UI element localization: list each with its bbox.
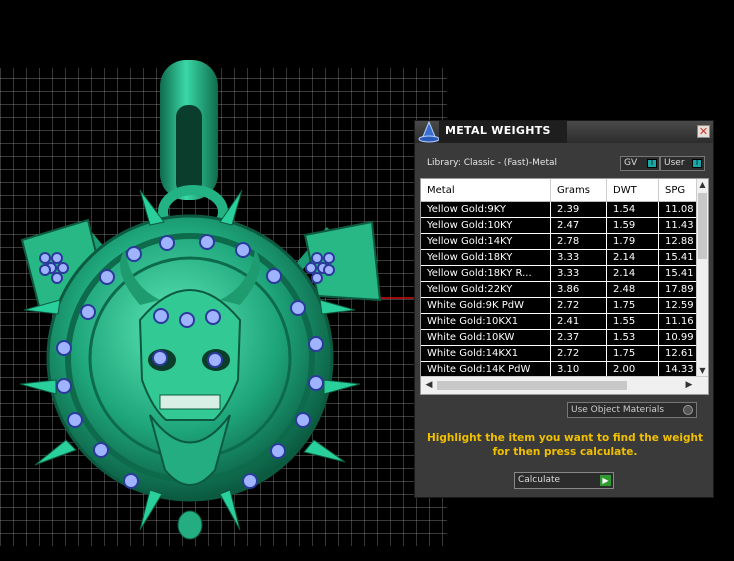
metal-table[interactable]: Metal Grams DWT SPG Yellow Gold:9KY 2.39 1… xyxy=(420,178,709,395)
column-header-spg[interactable]: SPG xyxy=(659,179,697,201)
grams-cell: 3.10 xyxy=(551,362,607,377)
horizontal-scroll-thumb[interactable] xyxy=(437,381,627,390)
spg-cell: 15.41 xyxy=(665,252,694,263)
grams-cell: 3.86 xyxy=(551,282,607,297)
dwt-cell: 1.53 xyxy=(607,330,659,345)
table-row[interactable]: Yellow Gold:14KY 2.78 1.79 12.88 xyxy=(421,234,697,250)
wizard-hat-icon xyxy=(418,121,440,143)
panel-titlebar[interactable]: METAL WEIGHTS ✕ xyxy=(415,121,713,143)
table-row[interactable]: Yellow Gold:18KY R... 3.33 2.14 15.41 xyxy=(421,266,697,282)
spg-cell: 12.59 xyxy=(665,300,694,311)
table-body: Yellow Gold:9KY 2.39 1.54 11.08 Yellow Gold… xyxy=(421,202,697,378)
gv-toggle-indicator: I xyxy=(647,159,657,168)
dwt-cell: 1.55 xyxy=(607,314,659,329)
vertical-scroll-thumb[interactable] xyxy=(698,193,707,259)
dwt-cell: 1.54 xyxy=(607,202,659,217)
user-toggle[interactable]: User I xyxy=(660,156,705,171)
vertical-scrollbar[interactable]: ▲ ▼ xyxy=(696,179,708,377)
grams-cell: 2.41 xyxy=(551,314,607,329)
spg-cell: 12.61 xyxy=(665,348,694,359)
metal-cell: Yellow Gold:22KY xyxy=(421,282,551,297)
dwt-cell: 1.79 xyxy=(607,234,659,249)
use-object-materials-option[interactable]: Use Object Materials xyxy=(567,402,697,418)
column-header-grams[interactable]: Grams xyxy=(551,179,607,201)
grams-cell: 2.37 xyxy=(551,330,607,345)
use-object-materials-label: Use Object Materials xyxy=(571,405,665,415)
dwt-cell: 1.75 xyxy=(607,298,659,313)
calculate-button[interactable]: Calculate ▶ xyxy=(514,472,614,489)
metal-cell: White Gold:14KX1 xyxy=(421,346,551,361)
spg-cell: 14.33 xyxy=(665,364,694,375)
metal-cell: White Gold:14K PdW xyxy=(421,362,551,377)
metal-cell: Yellow Gold:9KY xyxy=(421,202,551,217)
scroll-up-icon[interactable]: ▲ xyxy=(697,179,708,191)
metal-cell: White Gold:10KX1 xyxy=(421,314,551,329)
dwt-cell: 2.00 xyxy=(607,362,659,377)
spg-cell: 15.41 xyxy=(665,268,694,279)
column-header-dwt[interactable]: DWT xyxy=(607,179,659,201)
table-row[interactable]: White Gold:9K PdW 2.72 1.75 12.59 xyxy=(421,298,697,314)
dwt-cell: 2.14 xyxy=(607,250,659,265)
close-button[interactable]: ✕ xyxy=(697,125,710,138)
horizontal-scrollbar[interactable]: ◀ ▶ xyxy=(421,376,708,394)
scroll-right-icon[interactable]: ▶ xyxy=(683,379,695,391)
metal-cell: White Gold:9K PdW xyxy=(421,298,551,313)
metal-cell: Yellow Gold:14KY xyxy=(421,234,551,249)
table-row[interactable]: Yellow Gold:9KY 2.39 1.54 11.08 xyxy=(421,202,697,218)
grams-cell: 2.78 xyxy=(551,234,607,249)
table-row[interactable]: Yellow Gold:18KY 3.33 2.14 15.41 xyxy=(421,250,697,266)
grams-cell: 2.72 xyxy=(551,298,607,313)
grams-cell: 2.39 xyxy=(551,202,607,217)
dwt-cell: 1.75 xyxy=(607,346,659,361)
table-header: Metal Grams DWT SPG xyxy=(421,179,697,202)
grams-cell: 3.33 xyxy=(551,250,607,265)
grams-cell: 2.47 xyxy=(551,218,607,233)
table-row[interactable]: White Gold:10KW 2.37 1.53 10.99 xyxy=(421,330,697,346)
gv-toggle[interactable]: GV I xyxy=(620,156,660,171)
metal-cell: Yellow Gold:10KY xyxy=(421,218,551,233)
library-label: Library: Classic - (Fast)-Metal xyxy=(427,158,558,168)
gv-toggle-label: GV xyxy=(624,158,638,168)
play-arrow-icon: ▶ xyxy=(600,475,611,486)
spg-cell: 10.99 xyxy=(665,332,694,343)
spg-cell: 11.08 xyxy=(665,204,694,215)
calculate-label: Calculate xyxy=(518,475,561,485)
user-toggle-indicator: I xyxy=(692,159,702,168)
dwt-cell: 1.59 xyxy=(607,218,659,233)
user-toggle-label: User xyxy=(664,158,685,168)
spg-cell: 11.43 xyxy=(665,220,694,231)
metal-cell: Yellow Gold:18KY R... xyxy=(421,266,551,281)
scroll-left-icon[interactable]: ◀ xyxy=(423,379,435,391)
table-row[interactable]: Yellow Gold:22KY 3.86 2.48 17.89 xyxy=(421,282,697,298)
grams-cell: 3.33 xyxy=(551,266,607,281)
table-row[interactable]: White Gold:10KX1 2.41 1.55 11.16 xyxy=(421,314,697,330)
dwt-cell: 2.48 xyxy=(607,282,659,297)
spg-cell: 11.16 xyxy=(665,316,694,327)
instruction-text: Highlight the item you want to find the … xyxy=(427,432,703,458)
dwt-cell: 2.14 xyxy=(607,266,659,281)
table-row[interactable]: Yellow Gold:10KY 2.47 1.59 11.43 xyxy=(421,218,697,234)
column-header-metal[interactable]: Metal xyxy=(421,179,551,201)
metal-cell: Yellow Gold:18KY xyxy=(421,250,551,265)
metal-weights-panel: METAL WEIGHTS ✕ Library: Classic - (Fast… xyxy=(414,120,714,498)
grams-cell: 2.72 xyxy=(551,346,607,361)
radio-icon[interactable] xyxy=(683,405,693,415)
panel-title: METAL WEIGHTS xyxy=(445,124,551,137)
spg-cell: 12.88 xyxy=(665,236,694,247)
table-row[interactable]: White Gold:14KX1 2.72 1.75 12.61 xyxy=(421,346,697,362)
metal-cell: White Gold:10KW xyxy=(421,330,551,345)
spg-cell: 17.89 xyxy=(665,284,694,295)
